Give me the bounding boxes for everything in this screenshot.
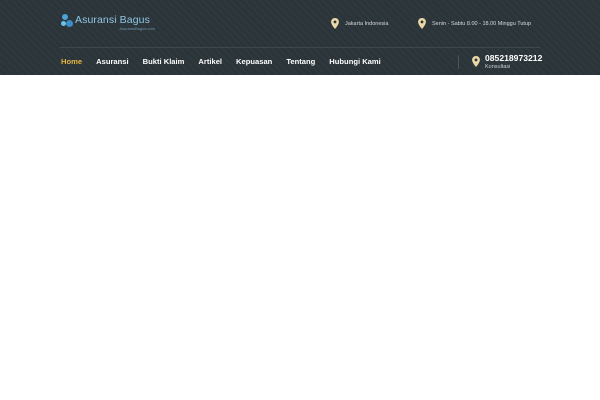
contact-text: 085218973212 Konsultasi [485,53,542,71]
nav-item-asuransi[interactable]: Asuransi [96,57,129,67]
site-header: Asuransi Bagus AsuransiBagus.com Jakarta… [0,0,600,75]
location-text: Jakarta Indonesia [345,20,389,27]
hours-text: Senin - Sabtu 8.00 - 18.00 Minggu Tutup [432,20,532,27]
map-pin-icon [331,18,339,29]
logo[interactable]: Asuransi Bagus AsuransiBagus.com [61,14,155,34]
nav-item-home[interactable]: Home [61,57,82,67]
logo-text: Asuransi Bagus AsuransiBagus.com [75,14,155,31]
hours-info: Senin - Sabtu 8.00 - 18.00 Minggu Tutup [418,18,531,29]
nav-item-bukti-klaim[interactable]: Bukti Klaim [143,57,185,67]
phone-number[interactable]: 085218973212 [485,53,542,63]
phone-label: Konsultasi [485,64,511,70]
nav-item-kepuasan[interactable]: Kepuasan [236,57,272,67]
nav-separator [458,55,459,69]
main-nav: Home Asuransi Bukti Klaim Artikel Kepuas… [61,57,395,67]
logo-tagline: AsuransiBagus.com [119,26,155,31]
logo-name: Asuransi Bagus [75,14,150,26]
nav-item-tentang[interactable]: Tentang [286,57,315,67]
map-pin-icon [472,56,480,67]
logo-mark-icon [61,14,73,30]
contact-phone[interactable]: 085218973212 Konsultasi [472,53,542,71]
map-pin-icon [418,18,426,29]
header-divider [60,47,540,48]
nav-item-artikel[interactable]: Artikel [198,57,222,67]
location-info: Jakarta Indonesia [331,18,388,29]
page-body [0,75,600,400]
nav-item-hubungi-kami[interactable]: Hubungi Kami [329,57,380,67]
